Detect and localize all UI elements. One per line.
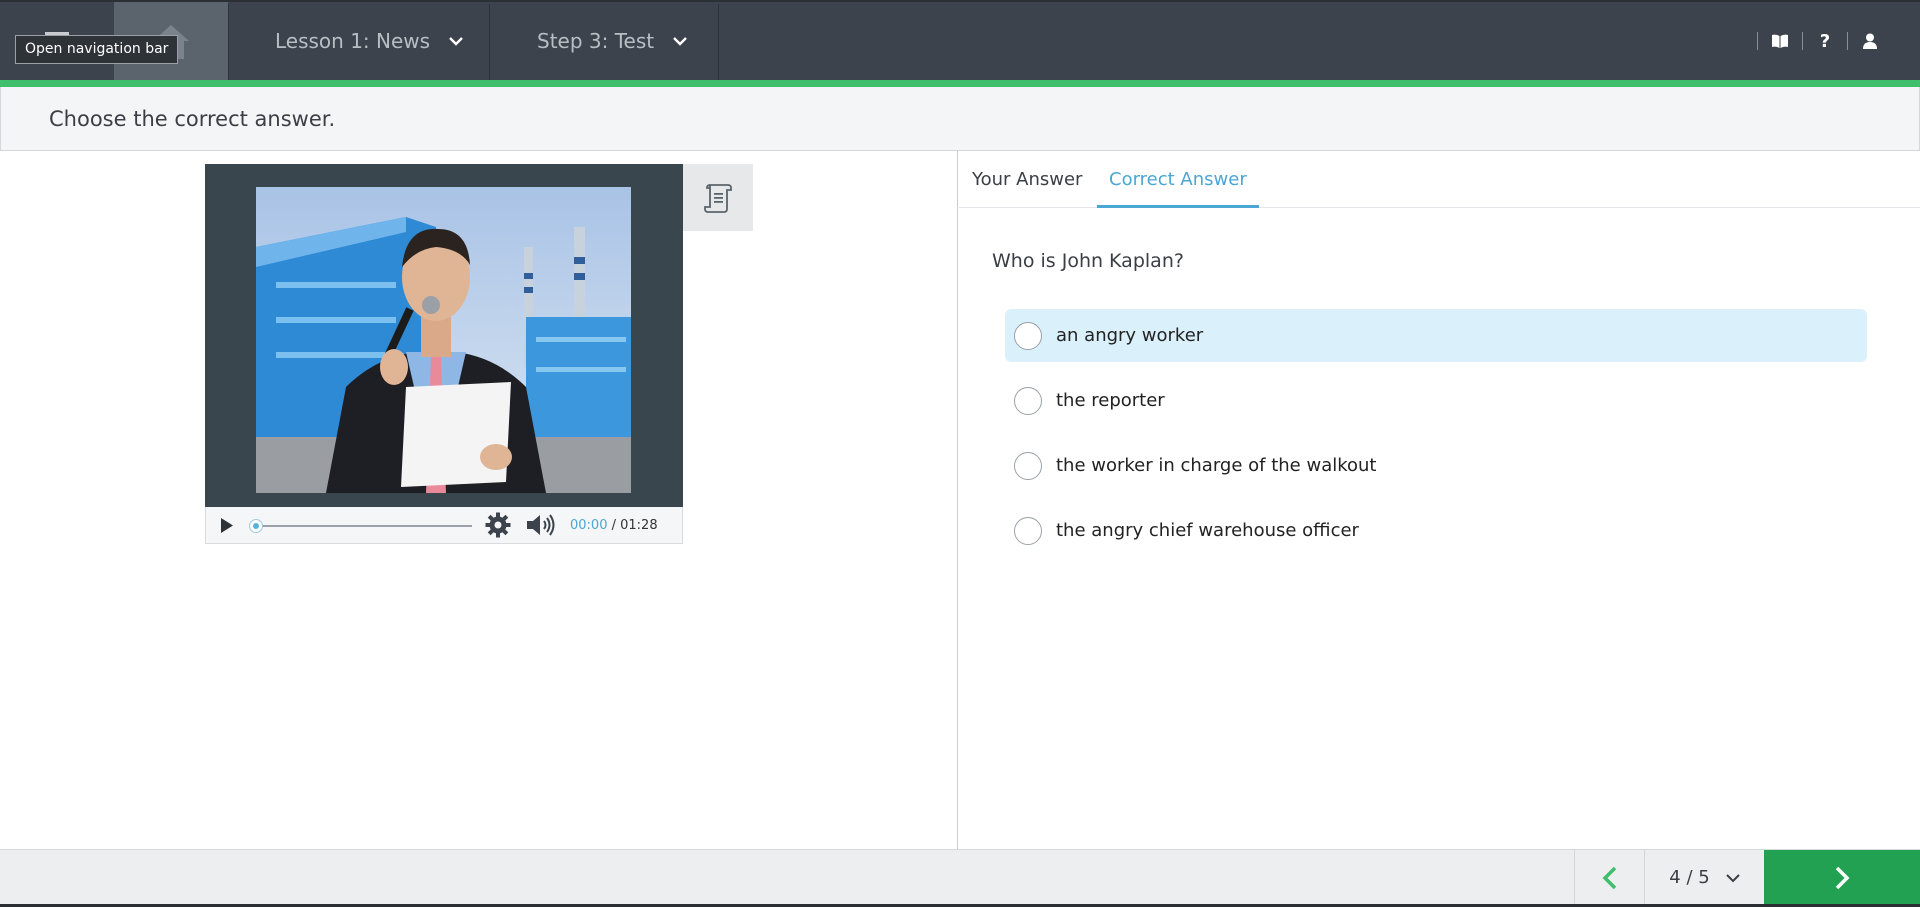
play-button[interactable] bbox=[206, 507, 246, 544]
transcript-button[interactable] bbox=[683, 164, 753, 231]
transcript-icon bbox=[704, 183, 732, 213]
question-pane: Your Answer Correct Answer Who is John K… bbox=[959, 151, 1920, 849]
help-button[interactable]: ? bbox=[1803, 2, 1847, 80]
volume-icon bbox=[527, 514, 555, 536]
radio-button[interactable] bbox=[1014, 451, 1042, 480]
book-icon bbox=[1772, 34, 1788, 48]
chevron-right-icon bbox=[1835, 866, 1850, 889]
settings-icon bbox=[485, 512, 511, 538]
tab-correct-answer[interactable]: Correct Answer bbox=[1097, 151, 1259, 208]
media-pane: 00:00 / 01:28 bbox=[0, 151, 958, 849]
top-right-actions: ? bbox=[1757, 2, 1892, 80]
lesson-dropdown[interactable]: Lesson 1: News bbox=[275, 2, 464, 80]
chevron-down-icon bbox=[673, 37, 687, 46]
chevron-down-icon bbox=[449, 37, 463, 46]
divider bbox=[228, 4, 229, 80]
instruction-text: Choose the correct answer. bbox=[49, 107, 336, 131]
answer-tabs: Your Answer Correct Answer bbox=[959, 151, 1920, 208]
seek-handle[interactable] bbox=[249, 518, 263, 533]
answer-option-label: the worker in charge of the walkout bbox=[1056, 455, 1377, 476]
lesson-progress-bar bbox=[0, 80, 1920, 87]
player-controls: 00:00 / 01:28 bbox=[205, 507, 683, 544]
video-frame-image bbox=[256, 187, 631, 493]
answer-option-label: the angry chief warehouse officer bbox=[1056, 520, 1359, 541]
divider bbox=[718, 4, 719, 80]
instruction-bar: Choose the correct answer. bbox=[0, 87, 1920, 151]
play-icon bbox=[220, 517, 233, 533]
duration: / 01:28 bbox=[611, 517, 658, 533]
divider bbox=[489, 4, 490, 80]
settings-button[interactable] bbox=[476, 507, 520, 544]
current-time: 00:00 bbox=[570, 517, 608, 533]
step-label: Step 3: Test bbox=[537, 29, 655, 53]
user-button[interactable] bbox=[1848, 2, 1892, 80]
radio-button[interactable] bbox=[1014, 321, 1042, 350]
seek-bar[interactable] bbox=[246, 507, 476, 544]
answer-option-label: the reporter bbox=[1056, 390, 1165, 411]
help-icon: ? bbox=[1819, 30, 1831, 52]
time-display: 00:00 / 01:28 bbox=[570, 518, 658, 533]
question-text: Who is John Kaplan? bbox=[992, 250, 1184, 272]
next-button[interactable] bbox=[1764, 850, 1920, 905]
top-bar: Open navigation bar Lesson 1: News Step … bbox=[0, 0, 1920, 80]
chevron-left-icon bbox=[1602, 866, 1616, 889]
nav-tooltip: Open navigation bar bbox=[15, 35, 179, 64]
radio-button[interactable] bbox=[1014, 386, 1042, 415]
page-indicator: 4 / 5 bbox=[1669, 867, 1710, 888]
page-selector[interactable]: 4 / 5 bbox=[1645, 850, 1764, 905]
seek-track bbox=[254, 524, 472, 527]
answer-options: an angry worker the reporter the worker … bbox=[1005, 309, 1867, 569]
chevron-down-icon bbox=[1725, 873, 1740, 882]
volume-button[interactable] bbox=[520, 507, 564, 544]
lesson-label: Lesson 1: News bbox=[275, 29, 431, 53]
answer-option[interactable]: the reporter bbox=[1005, 374, 1867, 427]
video-player[interactable] bbox=[205, 164, 683, 507]
answer-option-label: an angry worker bbox=[1056, 325, 1204, 346]
radio-button[interactable] bbox=[1014, 516, 1042, 545]
book-button[interactable] bbox=[1758, 2, 1802, 80]
answer-option[interactable]: the worker in charge of the walkout bbox=[1005, 439, 1867, 492]
previous-button[interactable] bbox=[1574, 850, 1645, 905]
answer-option[interactable]: the angry chief warehouse officer bbox=[1005, 504, 1867, 557]
step-dropdown[interactable]: Step 3: Test bbox=[537, 2, 688, 80]
answer-option[interactable]: an angry worker bbox=[1005, 309, 1867, 362]
tab-your-answer[interactable]: Your Answer bbox=[972, 151, 1082, 208]
footer-bar: 4 / 5 bbox=[0, 849, 1920, 907]
user-icon bbox=[1863, 33, 1877, 49]
